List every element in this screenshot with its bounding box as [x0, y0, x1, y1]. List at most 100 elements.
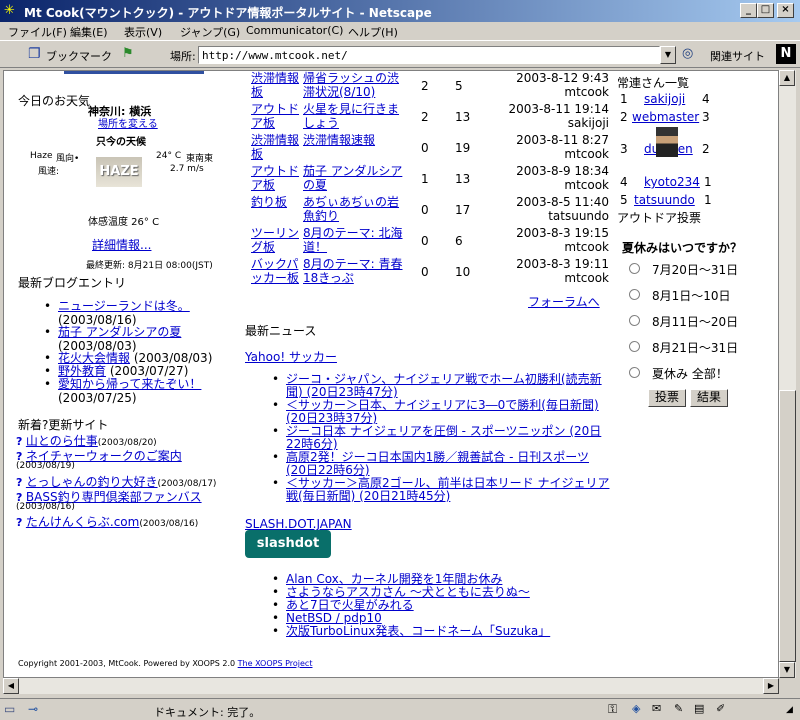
- wind-speed-label: 風速:: [38, 167, 60, 177]
- site-date: (2003/08/19): [16, 461, 75, 471]
- forum-user: mtcook: [564, 271, 609, 285]
- news-item-link[interactable]: ＜サッカー＞高原2ゴール、前半は日本リード ナイジェリア戦(毎日新聞) (20日…: [272, 477, 611, 503]
- menu-help[interactable]: ヘルプ(H): [348, 24, 398, 40]
- forum-more-link[interactable]: フォーラムへ: [528, 293, 600, 310]
- news-item-link[interactable]: ジーコ・ジャパン、ナイジェリア戦でホーム初勝利(読売新聞) (20日23時47分…: [272, 373, 611, 399]
- vertical-scrollbar[interactable]: ▲ ▼: [779, 70, 796, 678]
- connection-icon: ▭: [4, 702, 16, 716]
- slashdot-logo: slashdot: [245, 530, 331, 558]
- forum-views: 19: [455, 141, 471, 155]
- blog-link[interactable]: 愛知から帰って来たぞい！: [58, 377, 201, 391]
- site-link[interactable]: とっしゃんの釣り大好き: [26, 475, 158, 489]
- site-link[interactable]: 山とのら仕事: [26, 434, 98, 448]
- url-dropdown-icon[interactable]: ▼: [660, 46, 676, 64]
- close-button[interactable]: ×: [777, 3, 794, 18]
- related-icon[interactable]: ◎: [682, 46, 693, 61]
- menu-go[interactable]: ジャンプ(G): [180, 24, 240, 40]
- post-count: 1: [704, 175, 712, 189]
- forum-category-link[interactable]: 釣り板: [251, 195, 299, 209]
- weather-condition: Haze: [30, 151, 53, 161]
- vote-button[interactable]: 投票: [648, 389, 686, 407]
- menu-communicator[interactable]: Communicator(C): [246, 24, 343, 37]
- forum-topic-link[interactable]: 茄子 アンダルシアの夏: [303, 164, 403, 192]
- blog-link[interactable]: ニュージーランドは冬。: [58, 299, 190, 313]
- edit-icon[interactable]: ✐: [716, 702, 725, 715]
- change-place-link[interactable]: 場所を変える: [98, 115, 158, 130]
- blog-link[interactable]: 茄子 アンダルシアの夏: [58, 325, 181, 339]
- status-text: ドキュメント: 完了。: [154, 706, 261, 719]
- scroll-left-icon[interactable]: ◀: [3, 678, 19, 694]
- scroll-down-icon[interactable]: ▼: [779, 662, 795, 678]
- composer-icon[interactable]: ✎: [674, 702, 683, 715]
- bookmark-icon[interactable]: ❐: [28, 46, 41, 62]
- maximize-button[interactable]: □: [757, 3, 774, 18]
- forum-category-link[interactable]: アウトドア板: [251, 164, 299, 192]
- forum-topic-link[interactable]: 8月のテーマ: 青春18きっぷ: [303, 257, 403, 285]
- results-button[interactable]: 結果: [690, 389, 728, 407]
- news-item-link[interactable]: ＜サッカー＞日本、ナイジェリアに3―0で勝利(毎日新聞) (20日23時37分): [272, 399, 611, 425]
- forum-topic-link[interactable]: 8月のテーマ: 北海道！: [303, 226, 403, 254]
- user-link[interactable]: tatsuundo: [634, 193, 695, 207]
- poll-radio[interactable]: [629, 289, 640, 300]
- slashdot-link[interactable]: SLASH.DOT.JAPAN: [245, 517, 352, 531]
- weather-heading: 今日のお天気: [18, 94, 91, 108]
- menu-view[interactable]: 表示(V): [124, 24, 162, 40]
- menu-file[interactable]: ファイル(F): [8, 24, 67, 40]
- forum-category-link[interactable]: ツーリング板: [251, 226, 299, 254]
- bookmarks-button[interactable]: ブックマーク: [46, 48, 112, 64]
- poll-radio[interactable]: [629, 367, 640, 378]
- news-item-link[interactable]: ジーコ日本 ナイジェリアを圧倒 - スポーツニッポン (20日22時6分): [272, 425, 611, 451]
- blog-item: 愛知から帰って来たぞい！: [44, 377, 201, 392]
- status-bar: ▭ ⊸ ドキュメント: 完了。 ⚿ ◈ ✉ ✎ ▤ ✐ ◢: [0, 698, 800, 720]
- blog-link[interactable]: 野外教育: [58, 364, 106, 378]
- weather-details-link[interactable]: 詳細情報...: [92, 236, 151, 253]
- forum-last-post: 2003-8-9 18:34 mtcook: [516, 164, 609, 192]
- scroll-thumb[interactable]: [779, 390, 796, 662]
- horizontal-scrollbar[interactable]: ◀ ▶: [3, 678, 779, 694]
- forum-category-link[interactable]: 渋滞情報板: [251, 71, 299, 99]
- regular-user-row: 5 tatsuundo 1: [620, 193, 716, 207]
- user-link[interactable]: sakijoji: [644, 92, 685, 106]
- news-heading: 最新ニュース: [245, 324, 317, 338]
- poll-radio[interactable]: [629, 263, 640, 274]
- help-icon: ?: [16, 516, 23, 529]
- forum-views: 13: [455, 172, 471, 186]
- mail-icon[interactable]: ✉: [652, 702, 661, 715]
- forum-topic-link[interactable]: 渋滞情報速報: [303, 133, 403, 147]
- forum-topic-link[interactable]: 帰省ラッシュの渋滞状況(8/10): [303, 71, 403, 99]
- blog-link[interactable]: 花火大会情報: [58, 351, 130, 365]
- forum-topic-link[interactable]: 火星を見に行きましょう: [303, 102, 403, 130]
- footer-copyright: Copyright 2001-2003, MtCook. Powered by …: [18, 659, 312, 668]
- related-sites-button[interactable]: 関連サイト: [710, 48, 765, 64]
- yahoo-soccer-link[interactable]: Yahoo! サッカー: [245, 348, 337, 365]
- poll-option-label: 8月11日〜20日: [652, 315, 739, 329]
- forum-views: 5: [455, 79, 463, 93]
- news-item-link[interactable]: 次版TurboLinux発表、コードネーム「Suzuka」: [272, 625, 550, 639]
- user-link[interactable]: kyoto234: [644, 175, 700, 189]
- minimize-button[interactable]: _: [740, 3, 757, 18]
- site-link[interactable]: たんけんくらぶ.com: [26, 515, 139, 529]
- blog-date: (2003/07/27): [109, 364, 189, 378]
- scroll-right-icon[interactable]: ▶: [763, 678, 779, 694]
- news-item-link[interactable]: 高原2発！ジーコ日本国内1勝／親善試合 - 日刊スポーツ (20日22時6分): [272, 451, 611, 477]
- poll-radio[interactable]: [629, 341, 640, 352]
- forum-category-link[interactable]: アウトドア板: [251, 102, 299, 130]
- forum-category-link[interactable]: 渋滞情報板: [251, 133, 299, 161]
- xoops-link[interactable]: The XOOPS Project: [238, 659, 313, 668]
- forum-topic-link[interactable]: あぢぃあぢぃの岩魚釣り: [303, 195, 403, 223]
- forum-row: アウトドア板 火星を見に行きましょう 2 13 2003-8-11 19:14 s…: [249, 102, 619, 132]
- user-link[interactable]: webmaster: [632, 110, 699, 124]
- url-input[interactable]: http://www.mtcook.net/: [198, 46, 660, 64]
- poll-radio[interactable]: [629, 315, 640, 326]
- forum-date: 2003-8-9 18:34: [516, 164, 609, 178]
- forum-category-link[interactable]: バックパッカー板: [251, 257, 299, 285]
- scroll-up-icon[interactable]: ▲: [779, 70, 795, 86]
- new-sites-heading: 新着?更新サイト: [18, 418, 109, 432]
- menu-edit[interactable]: 編集(E): [70, 24, 108, 40]
- navigator-icon[interactable]: ◈: [632, 702, 640, 715]
- components-icon[interactable]: ▤: [694, 702, 704, 715]
- resize-grip-icon[interactable]: ◢: [786, 705, 793, 715]
- poll-option-label: 8月1日〜10日: [652, 289, 731, 303]
- forum-last-post: 2003-8-5 11:40 tatsuundo: [516, 195, 609, 223]
- rank: 2: [620, 110, 628, 124]
